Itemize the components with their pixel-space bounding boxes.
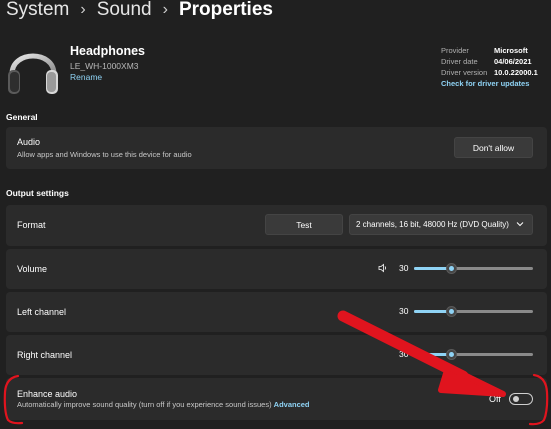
device-model: LE_WH-1000XM3 [70, 61, 139, 71]
enhance-audio-description-text: Automatically improve sound quality (tur… [17, 400, 272, 409]
left-channel-value: 30 [399, 306, 409, 316]
advanced-link[interactable]: Advanced [274, 400, 310, 409]
device-name: Headphones [70, 44, 146, 58]
check-driver-updates-link[interactable]: Check for driver updates [441, 78, 538, 89]
provider-value: Microsoft [494, 46, 528, 55]
driver-info: Provider Microsoft Driver date 04/06/202… [441, 45, 538, 89]
format-label: Format [17, 220, 46, 230]
left-channel-slider-thumb[interactable] [446, 306, 457, 317]
audio-card: Audio Allow apps and Windows to use this… [6, 127, 547, 169]
enhance-audio-description: Automatically improve sound quality (tur… [17, 400, 310, 409]
left-channel-card: Left channel 30 [6, 292, 547, 332]
test-button[interactable]: Test [265, 214, 343, 235]
enhance-audio-toggle[interactable] [509, 393, 533, 405]
toggle-state-label: Off [489, 394, 501, 404]
volume-card: Volume 30 [6, 249, 547, 289]
audio-description: Allow apps and Windows to use this devic… [17, 150, 192, 159]
chevron-down-icon [516, 222, 524, 227]
chevron-right-icon: › [162, 1, 168, 18]
enhance-audio-card: Enhance audio Automatically improve soun… [6, 378, 547, 420]
driver-date-row: Driver date 04/06/2021 [441, 56, 538, 67]
audio-label: Audio [17, 137, 41, 147]
enhance-audio-label: Enhance audio [17, 389, 78, 399]
toggle-knob [513, 396, 519, 402]
driver-date-value: 04/06/2021 [494, 57, 532, 66]
right-channel-value: 30 [399, 349, 409, 359]
provider-label: Provider [441, 46, 469, 55]
right-channel-card: Right channel 30 [6, 335, 547, 375]
format-select[interactable]: 2 channels, 16 bit, 48000 Hz (DVD Qualit… [349, 214, 533, 235]
driver-version-value: 10.0.22000.1 [494, 68, 538, 77]
dont-allow-button[interactable]: Don't allow [454, 137, 533, 158]
headphones-icon [8, 53, 58, 94]
driver-date-label: Driver date [441, 57, 478, 66]
chevron-right-icon: › [80, 1, 86, 18]
driver-version-row: Driver version 10.0.22000.1 [441, 67, 538, 78]
breadcrumb-system[interactable]: System [6, 0, 69, 21]
left-channel-label: Left channel [17, 307, 67, 317]
section-title-output: Output settings [6, 188, 69, 198]
breadcrumb: System › Sound › Properties [6, 0, 273, 21]
format-card: Format Test 2 channels, 16 bit, 48000 Hz… [6, 205, 547, 246]
format-selected-value: 2 channels, 16 bit, 48000 Hz (DVD Qualit… [356, 220, 509, 229]
volume-label: Volume [17, 264, 48, 274]
speaker-icon[interactable] [378, 263, 388, 273]
page-title: Properties [178, 0, 273, 20]
breadcrumb-sound[interactable]: Sound [97, 0, 152, 21]
volume-value: 30 [399, 263, 409, 273]
section-title-general: General [6, 112, 38, 122]
rename-link[interactable]: Rename [70, 72, 102, 82]
driver-provider-row: Provider Microsoft [441, 45, 538, 56]
right-channel-label: Right channel [17, 350, 73, 360]
right-channel-slider-thumb[interactable] [446, 349, 457, 360]
volume-slider-thumb[interactable] [446, 263, 457, 274]
driver-version-label: Driver version [441, 68, 488, 77]
